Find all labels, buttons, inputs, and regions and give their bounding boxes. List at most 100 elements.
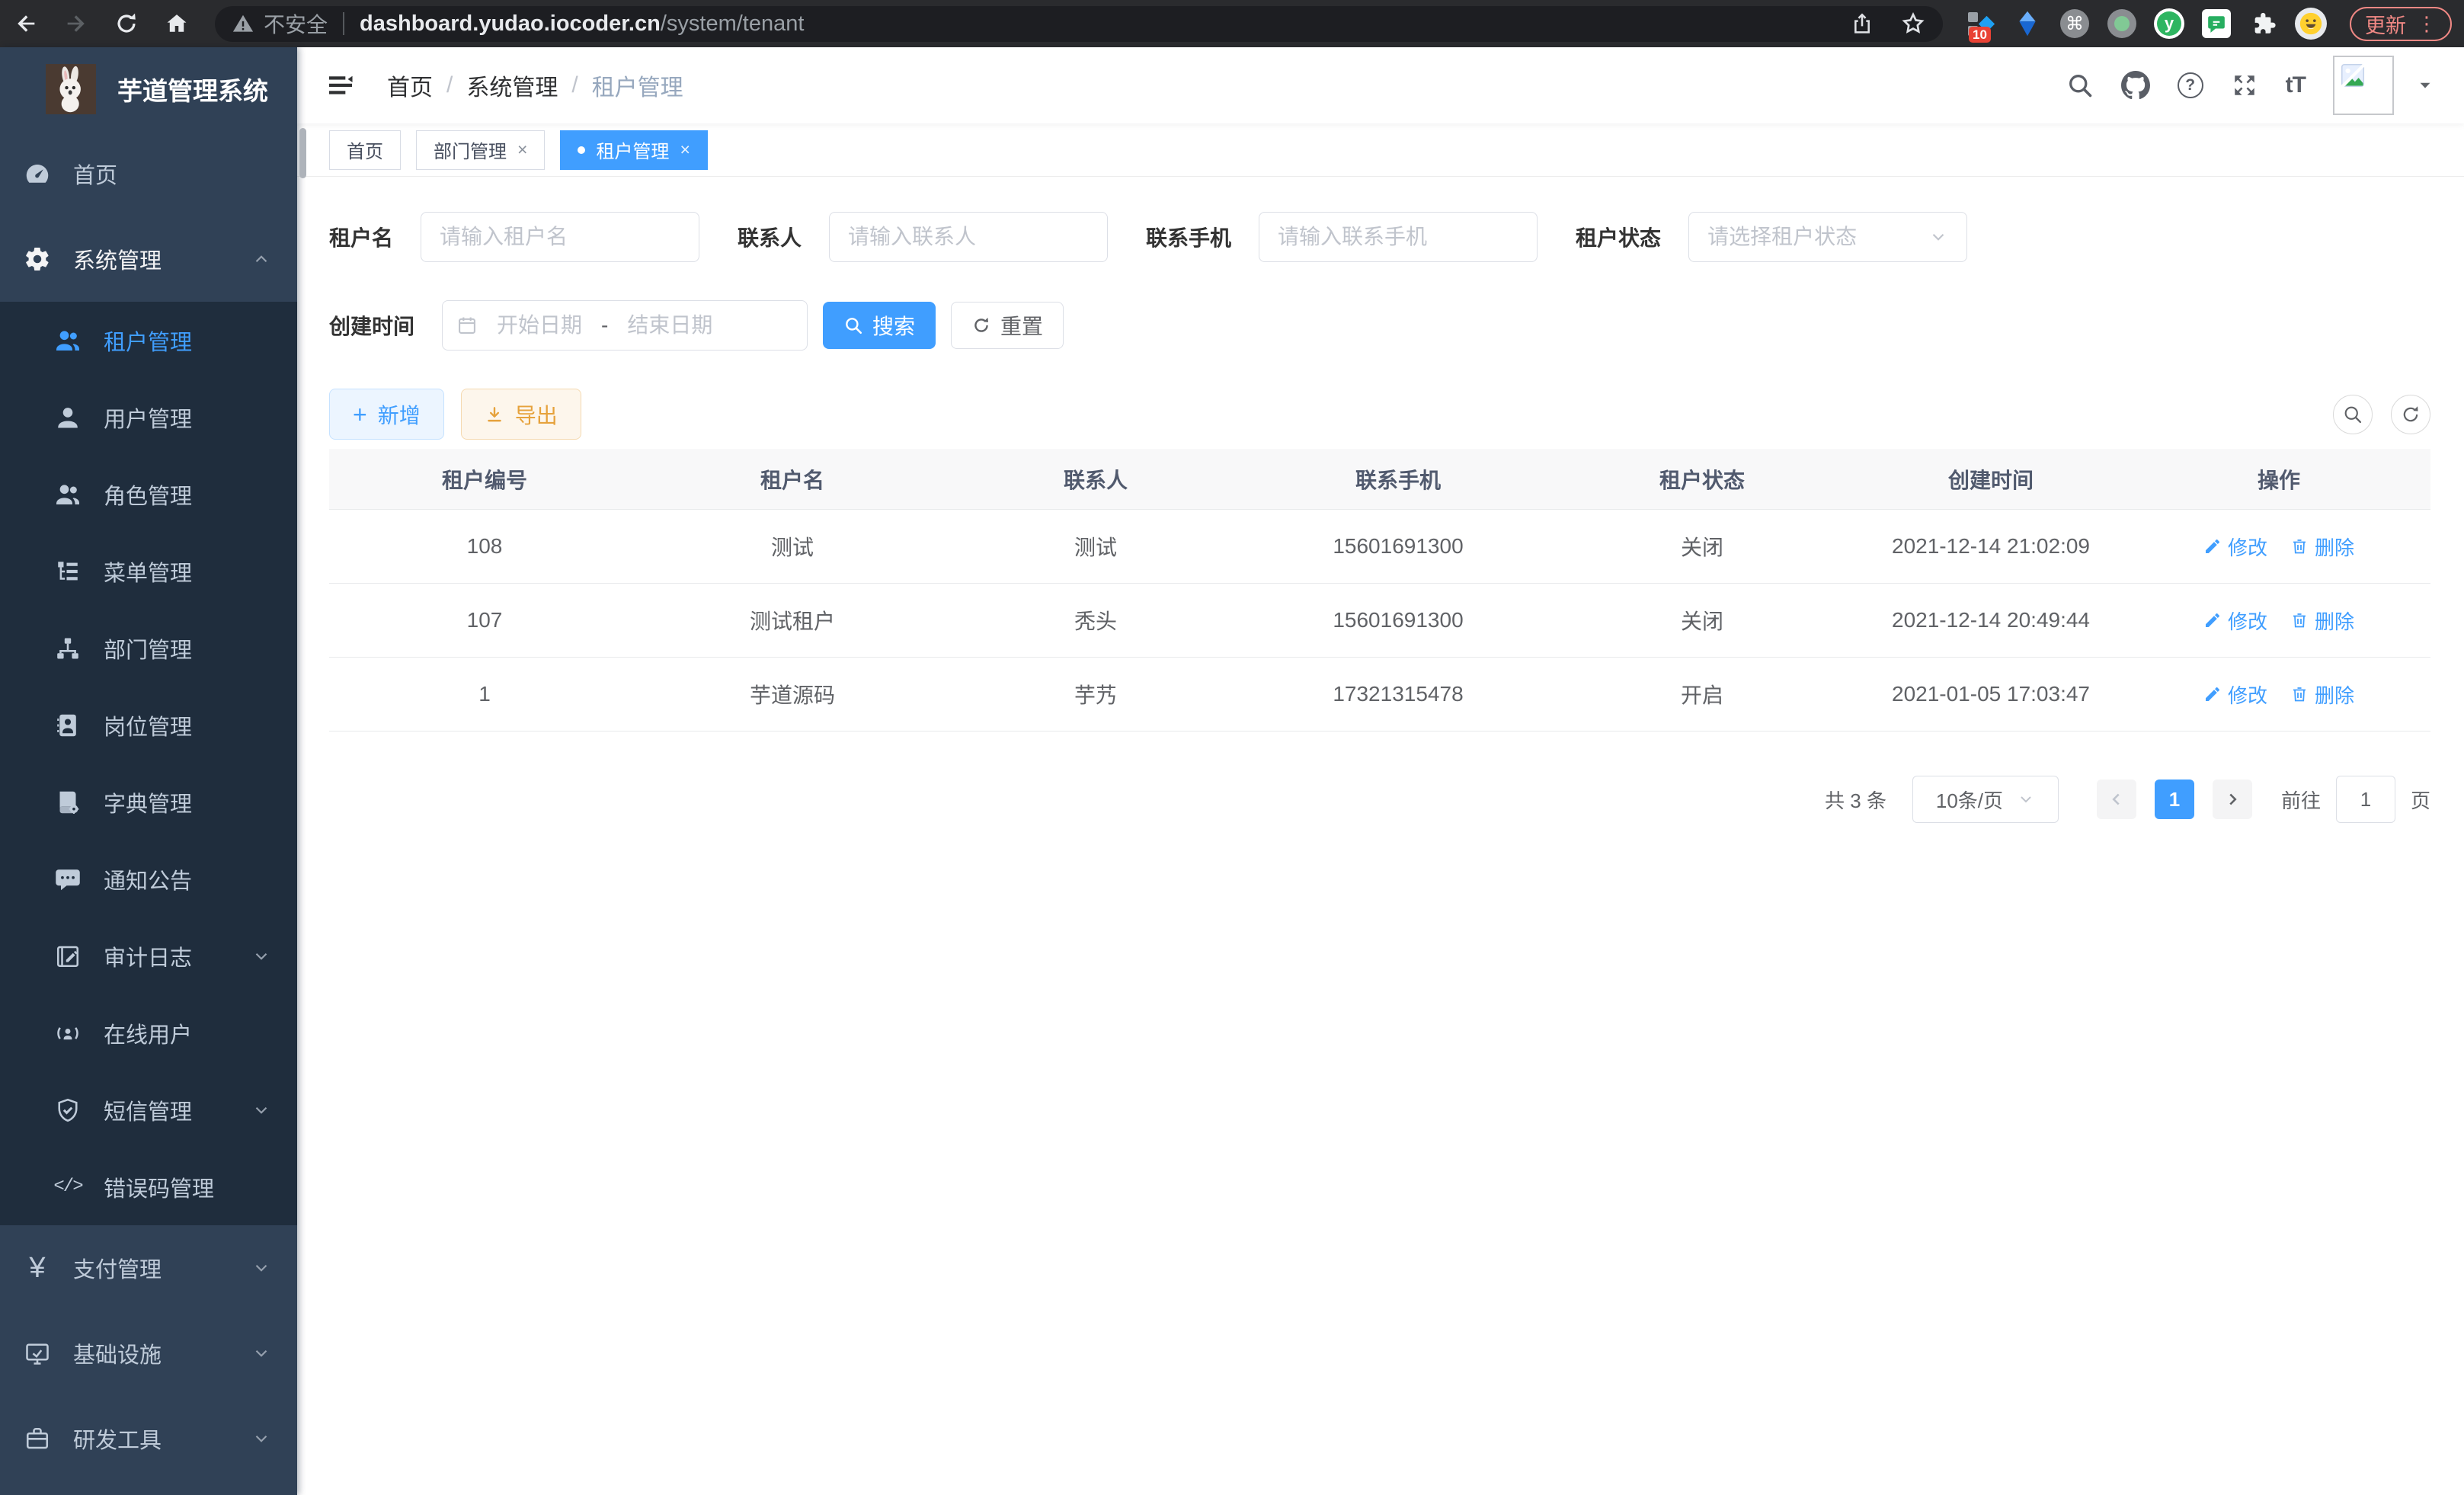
start-date-input[interactable] (482, 313, 597, 338)
sidebar-item-label: 在线用户 (104, 1017, 192, 1049)
tenant-name-input[interactable] (421, 212, 699, 262)
chevron-down-icon (251, 946, 271, 966)
create-time-range-picker[interactable]: - (442, 300, 808, 351)
tag-tenant[interactable]: 租户管理 × (560, 130, 707, 170)
sidebar-item-dev-tools[interactable]: 研发工具 (0, 1396, 297, 1481)
tag-close-icon[interactable]: × (517, 139, 527, 160)
sidebar-item-online-users[interactable]: 在线用户 (0, 994, 297, 1071)
recorder-extension-icon[interactable] (2106, 8, 2138, 40)
active-tag-dot (578, 146, 585, 154)
mobile-input-control[interactable] (1278, 225, 1518, 249)
goto-label: 前往 (2281, 786, 2321, 814)
reload-icon[interactable] (113, 10, 140, 37)
edit-link[interactable]: 修改 (2203, 607, 2267, 635)
chat-extension-icon[interactable] (2200, 8, 2232, 40)
help-icon[interactable]: ? (2178, 72, 2203, 98)
delete-link[interactable]: 删除 (2290, 680, 2354, 709)
refresh-table-icon[interactable] (2391, 395, 2430, 434)
sidebar-scrollbar[interactable] (299, 128, 306, 178)
kite-extension-icon[interactable] (2011, 8, 2043, 40)
fullscreen-icon[interactable] (2231, 72, 2258, 99)
sidebar-item-error-code[interactable]: </> 错误码管理 (0, 1148, 297, 1225)
browser-menu-dots-icon[interactable]: ⋮ (2417, 12, 2437, 36)
end-date-input[interactable] (613, 313, 727, 338)
address-bar[interactable]: 不安全 dashboard.yudao.iocoder.cn/system/te… (215, 6, 1943, 42)
cell-status: 关闭 (1550, 605, 1854, 635)
tag-label: 首页 (347, 136, 383, 163)
sidebar-item-user[interactable]: 用户管理 (0, 379, 297, 456)
sidebar-item-audit-log[interactable]: 审计日志 (0, 917, 297, 994)
tag-home[interactable]: 首页 (329, 130, 401, 170)
breadcrumb-system[interactable]: 系统管理 (466, 69, 558, 102)
tools-briefcase-icon (23, 1424, 52, 1453)
tasks-extension-icon[interactable]: 10 (1964, 8, 1996, 40)
tenant-name-input-control[interactable] (440, 225, 680, 249)
contact-input[interactable] (829, 212, 1108, 262)
reset-button[interactable]: 重置 (951, 302, 1064, 349)
sidebar-item-label: 岗位管理 (104, 709, 192, 741)
goto-page-input[interactable] (2336, 776, 2395, 823)
insecure-warning-icon[interactable] (232, 12, 254, 35)
url-text[interactable]: dashboard.yudao.iocoder.cn/system/tenant (360, 11, 804, 37)
sidebar-item-infra[interactable]: 基础设施 (0, 1311, 297, 1396)
sidebar-item-home[interactable]: 首页 (0, 131, 297, 216)
next-page-button[interactable] (2213, 780, 2252, 819)
prev-page-button[interactable] (2097, 780, 2136, 819)
sidebar-item-label: 研发工具 (73, 1423, 162, 1455)
tag-dept[interactable]: 部门管理 × (416, 130, 545, 170)
security-label[interactable]: 不安全 (264, 8, 328, 39)
sidebar-item-label: 首页 (73, 158, 117, 190)
sidebar-item-notice[interactable]: 通知公告 (0, 840, 297, 917)
sidebar-item-sms[interactable]: 短信管理 (0, 1071, 297, 1148)
extensions-puzzle-icon[interactable] (2248, 8, 2280, 40)
add-button[interactable]: + 新增 (329, 389, 444, 440)
y-extension-icon[interactable]: y (2153, 8, 2185, 40)
command-extension-icon[interactable]: ⌘ (2059, 8, 2091, 40)
export-button[interactable]: 导出 (461, 389, 581, 440)
header-search-icon[interactable] (2066, 72, 2094, 99)
sidebar-item-system[interactable]: 系统管理 (0, 216, 297, 302)
url-path: /system/tenant (661, 11, 805, 36)
delete-link[interactable]: 删除 (2290, 533, 2354, 561)
delete-link[interactable]: 删除 (2290, 607, 2354, 635)
share-icon[interactable] (1850, 11, 1874, 36)
app-logo[interactable]: 芋道管理系统 (0, 47, 297, 131)
edit-link[interactable]: 修改 (2203, 533, 2267, 561)
current-page-button[interactable]: 1 (2155, 780, 2194, 819)
sms-shield-icon (53, 1096, 82, 1125)
cell-actions: 修改 删除 (2127, 680, 2430, 709)
sidebar-item-dept[interactable]: 部门管理 (0, 610, 297, 687)
cell-mobile: 15601691300 (1246, 608, 1550, 632)
profile-avatar-icon[interactable] (2295, 8, 2327, 40)
bookmark-star-icon[interactable] (1900, 11, 1926, 37)
sidebar-item-role[interactable]: 角色管理 (0, 456, 297, 533)
home-icon[interactable] (163, 10, 190, 37)
toggle-search-icon[interactable] (2333, 395, 2373, 434)
tag-close-icon[interactable]: × (680, 139, 690, 160)
search-button[interactable]: 搜索 (823, 302, 936, 349)
chevron-down-icon (251, 1100, 271, 1120)
breadcrumb-current: 租户管理 (592, 69, 683, 102)
mobile-input[interactable] (1259, 212, 1538, 262)
edit-link[interactable]: 修改 (2203, 680, 2267, 709)
github-icon[interactable] (2121, 71, 2150, 100)
avatar-caret-icon[interactable] (2417, 77, 2434, 94)
sidebar-item-dict[interactable]: 字典管理 (0, 764, 297, 840)
user-avatar[interactable] (2333, 56, 2394, 115)
browser-update-button[interactable]: 更新 ⋮ (2350, 7, 2452, 41)
sidebar-collapse-icon[interactable] (326, 71, 355, 100)
sidebar-item-pay[interactable]: ¥ 支付管理 (0, 1225, 297, 1311)
rabbit-logo-icon (46, 64, 96, 114)
status-select-control[interactable] (1707, 225, 1928, 249)
edit-pencil-icon (2203, 537, 2222, 555)
sidebar-item-post[interactable]: 岗位管理 (0, 687, 297, 764)
sidebar-item-tenant[interactable]: 租户管理 (0, 302, 297, 379)
page-size-select[interactable]: 10条/页 (1912, 776, 2059, 823)
breadcrumb-home[interactable]: 首页 (387, 69, 433, 102)
sidebar-item-menu[interactable]: 菜单管理 (0, 533, 297, 610)
status-select[interactable] (1688, 212, 1967, 262)
font-size-icon[interactable]: tT (2286, 72, 2306, 98)
contact-input-control[interactable] (848, 225, 1089, 249)
forward-icon[interactable] (62, 10, 90, 37)
back-icon[interactable] (12, 10, 40, 37)
